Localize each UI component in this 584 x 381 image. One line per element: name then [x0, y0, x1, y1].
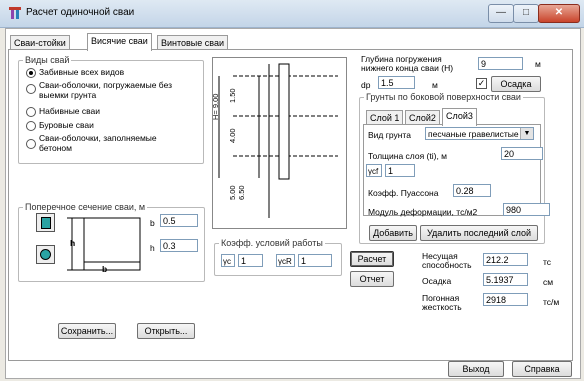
tab-screw-piles[interactable]: Винтовые сваи: [157, 35, 228, 50]
diagram-depth-2: 4.00: [228, 128, 237, 143]
poisson-label: Коэфф. Пуассона: [368, 188, 439, 198]
radio-cast-in-place[interactable]: [26, 107, 36, 117]
window-title: Расчет одиночной сваи: [26, 7, 135, 18]
tab-end-bearing-piles[interactable]: Сваи-стойки: [10, 35, 70, 50]
stiffness-label-2: жесткость: [422, 302, 462, 312]
dp-label: dp: [361, 80, 371, 90]
chevron-down-icon: ▼: [520, 128, 533, 139]
maximize-button[interactable]: □: [513, 4, 539, 23]
figure-h-label: h: [70, 238, 76, 248]
ycf-input[interactable]: 1: [385, 164, 415, 177]
radio-shell-concrete[interactable]: [26, 139, 36, 149]
radio-driven-label: Забивные всех видов: [39, 67, 125, 77]
add-layer-button[interactable]: Добавить: [369, 225, 417, 241]
pile-diagram: [212, 57, 347, 229]
radio-driven[interactable]: [26, 68, 36, 78]
ycr-input[interactable]: 1: [298, 254, 332, 267]
radio-shell-no-excavation-label: Сваи-оболочки, погружаемые без выемки гр…: [39, 80, 173, 100]
stiffness-unit: тс/м: [543, 297, 560, 307]
tab-layer-3[interactable]: Слой3: [442, 108, 477, 126]
pile-types-legend: Виды свай: [25, 55, 70, 65]
work-coef-legend: Коэфф. условий работы: [221, 238, 323, 248]
soils-legend: Грунты по боковой поверхности сваи: [366, 92, 521, 102]
soil-type-label: Вид грунта: [368, 130, 411, 140]
b-label: b: [150, 218, 155, 228]
depth-input[interactable]: 9: [478, 57, 523, 70]
b-input[interactable]: 0.5: [160, 214, 198, 227]
radio-shell-no-excavation[interactable]: [26, 84, 36, 94]
poisson-input[interactable]: 0.28: [453, 184, 491, 197]
tab-friction-piles[interactable]: Висячие сваи: [87, 33, 152, 51]
thickness-input[interactable]: 20: [501, 147, 543, 160]
figure-b-label: b: [102, 264, 108, 274]
tab-layer-1[interactable]: Слой 1: [366, 110, 404, 125]
settle-value: 5.1937: [483, 273, 528, 286]
diagram-depth-1: 1.50: [228, 88, 237, 103]
diagram-depth-3: 5.00: [228, 185, 237, 200]
soil-type-select[interactable]: песчаные гравелистые ( ▼: [425, 127, 534, 140]
round-section-button[interactable]: [36, 245, 55, 264]
report-button[interactable]: Отчет: [350, 271, 394, 287]
radio-cast-in-place-label: Набивные сваи: [39, 106, 101, 116]
thickness-label: Толщина слоя (ti), м: [368, 151, 448, 161]
depth-label-2: нижнего конца сваи (H): [361, 63, 454, 73]
dp-unit: м: [432, 80, 438, 90]
modulus-label: Модуль деформации, тс/м2: [368, 207, 478, 217]
depth-unit: м: [535, 59, 541, 69]
exit-button[interactable]: Выход: [448, 361, 504, 377]
settle-label: Осадка: [422, 276, 452, 286]
settle-unit: см: [543, 277, 554, 287]
stiffness-value: 2918: [483, 293, 528, 306]
tab-layer-2[interactable]: Слой2: [405, 110, 440, 125]
radio-bored[interactable]: [26, 121, 36, 131]
minimize-button[interactable]: —: [488, 4, 514, 23]
help-button[interactable]: Справка: [512, 361, 572, 377]
capacity-value: 212.2: [483, 253, 528, 266]
square-section-button[interactable]: [36, 213, 55, 232]
diagram-h-label: H= 9.00: [211, 93, 220, 120]
diagram-depth-4: 6.50: [237, 185, 246, 200]
settlement-checkbox[interactable]: ✓: [476, 78, 487, 89]
yc-label: γc: [221, 254, 235, 267]
radio-shell-concrete-label: Сваи-оболочки, заполняемые бетоном: [39, 133, 157, 153]
h-label: h: [150, 243, 155, 253]
title-bar[interactable]: Расчет одиночной сваи — □ ✕: [0, 0, 584, 28]
soil-type-value: песчаные гравелистые (: [428, 129, 524, 139]
yc-input[interactable]: 1: [238, 254, 263, 267]
square-section-icon: [41, 217, 51, 229]
app-icon: [9, 7, 21, 19]
cross-section-legend: Поперечное сечение сваи, м: [25, 202, 146, 212]
pile-diagram-drawing: [218, 63, 338, 218]
dp-input[interactable]: 1.5: [378, 76, 415, 89]
modulus-input[interactable]: 980: [503, 203, 550, 216]
calculate-button[interactable]: Расчет: [350, 251, 394, 267]
radio-bored-label: Буровые сваи: [39, 120, 94, 130]
ycf-label: γcf: [366, 164, 382, 177]
save-button[interactable]: Сохранить...: [58, 323, 116, 339]
open-button[interactable]: Открыть...: [137, 323, 195, 339]
settlement-button[interactable]: Осадка: [491, 76, 541, 92]
delete-last-layer-button[interactable]: Удалить последний слой: [420, 225, 538, 241]
capacity-label-2: способность: [422, 260, 472, 270]
round-section-icon: [40, 249, 51, 260]
main-window: Расчет одиночной сваи — □ ✕ Сваи-стойки …: [0, 0, 584, 381]
h-input[interactable]: 0.3: [160, 239, 198, 252]
ycr-label: γcR: [276, 254, 295, 267]
close-button[interactable]: ✕: [538, 4, 580, 23]
capacity-unit: тс: [543, 257, 552, 267]
